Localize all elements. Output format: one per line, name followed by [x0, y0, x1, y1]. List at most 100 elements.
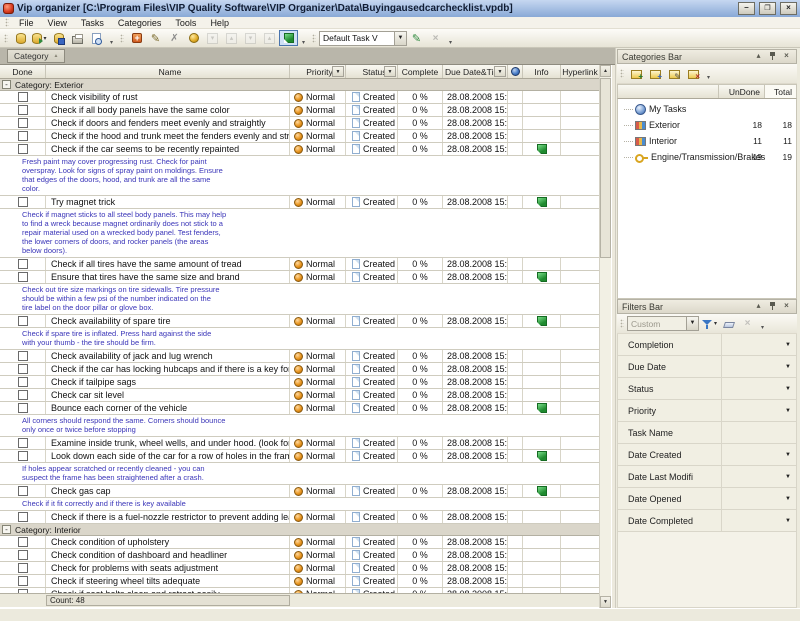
task-row[interactable]: Check for problems with seats adjustment… — [0, 562, 600, 575]
task-row[interactable]: Check availability of spare tireNormalCr… — [0, 315, 600, 328]
group-row[interactable]: -Category: Interior — [0, 524, 600, 536]
goto-next-task-button[interactable] — [241, 30, 260, 46]
filter-value-cell[interactable] — [722, 444, 780, 465]
filter-value-cell[interactable] — [722, 510, 780, 531]
task-row[interactable]: Ensure that tires have the same size and… — [0, 271, 600, 284]
task-row[interactable]: Check if all tires have the same amount … — [0, 258, 600, 271]
task-checkbox[interactable] — [18, 403, 28, 413]
menu-item-tasks[interactable]: Tasks — [74, 18, 111, 28]
toolbar-overflow-icon[interactable]: ▾ — [299, 31, 308, 46]
toolbar-grip-icon[interactable] — [620, 319, 624, 328]
task-checkbox[interactable] — [18, 118, 28, 128]
filter-value-cell[interactable] — [722, 466, 780, 487]
menu-item-help[interactable]: Help — [203, 18, 236, 28]
move-task-up-button[interactable] — [222, 30, 241, 46]
filter-value-cell[interactable] — [722, 356, 780, 377]
status-filter-button[interactable]: ▼ — [384, 66, 396, 77]
task-checkbox[interactable] — [18, 272, 28, 282]
category-item-exterior[interactable]: Exterior1818 — [618, 117, 796, 133]
edit-category-button[interactable] — [665, 66, 684, 82]
task-row[interactable]: Check gas capNormalCreated0 %28.08.2008 … — [0, 485, 600, 498]
task-checkbox[interactable] — [18, 316, 28, 326]
task-checkbox[interactable] — [18, 451, 28, 461]
complete-task-button[interactable] — [184, 30, 203, 46]
toolbar-grip-icon[interactable] — [4, 34, 8, 43]
apply-task-view-button[interactable] — [407, 30, 426, 46]
goto-previous-task-button[interactable] — [260, 30, 279, 46]
column-header-info[interactable]: Info — [523, 65, 561, 78]
grid-vertical-scrollbar[interactable]: ▲ ▼ — [599, 65, 611, 608]
move-task-down-button[interactable] — [203, 30, 222, 46]
filter-dropdown-button[interactable]: ▼ — [780, 386, 796, 392]
task-row[interactable]: Try magnet trickNormalCreated0 %28.08.20… — [0, 196, 600, 209]
task-checkbox[interactable] — [18, 576, 28, 586]
menu-item-categories[interactable]: Categories — [111, 18, 169, 28]
task-checkbox[interactable] — [18, 144, 28, 154]
scrollbar-thumb[interactable] — [600, 78, 611, 258]
toolbar-overflow-icon[interactable]: ▾ — [107, 31, 116, 46]
toolbar-grip-icon[interactable] — [120, 34, 124, 43]
task-row[interactable]: Examine inside trunk, wheel wells, and u… — [0, 437, 600, 450]
toolbar-overflow-icon[interactable]: ▾ — [758, 316, 767, 331]
save-database-button[interactable] — [49, 30, 68, 46]
minimize-button[interactable] — [738, 2, 755, 15]
due-date-filter-button[interactable]: ▼ — [494, 66, 506, 77]
task-checkbox[interactable] — [18, 105, 28, 115]
task-checkbox[interactable] — [18, 92, 28, 102]
filter-dropdown-button[interactable]: ▼ — [780, 474, 796, 480]
task-row[interactable]: Check if steering wheel tilts adequateNo… — [0, 575, 600, 588]
print-preview-button[interactable] — [87, 30, 106, 46]
task-checkbox[interactable] — [18, 364, 28, 374]
column-header-done[interactable]: Done — [0, 65, 46, 78]
filter-dropdown-button[interactable]: ▼ — [780, 496, 796, 502]
apply-filter-button[interactable]: ▾ — [699, 316, 719, 332]
task-row[interactable]: Check if the hood and trunk meet the fen… — [0, 130, 600, 143]
add-task-button[interactable] — [127, 30, 146, 46]
task-checkbox[interactable] — [18, 550, 28, 560]
task-checkbox[interactable] — [18, 563, 28, 573]
combo-dropdown-icon[interactable]: ▼ — [394, 32, 406, 45]
column-header-status[interactable]: Status ▼ — [346, 65, 398, 78]
add-category-button[interactable] — [627, 66, 646, 82]
menu-item-view[interactable]: View — [41, 18, 74, 28]
group-row[interactable]: -Category: Exterior — [0, 79, 600, 91]
column-header-complete[interactable]: Complete — [398, 65, 443, 78]
menu-item-file[interactable]: File — [12, 18, 41, 28]
category-item-interior[interactable]: Interior1111 — [618, 133, 796, 149]
delete-task-button[interactable] — [165, 30, 184, 46]
task-row[interactable]: Check if doors and fenders meet evenly a… — [0, 117, 600, 130]
task-view-combo[interactable]: Default Task V▼ — [319, 31, 407, 46]
menu-item-tools[interactable]: Tools — [168, 18, 203, 28]
task-row[interactable]: Check condition of upholsteryNormalCreat… — [0, 536, 600, 549]
show-notes-button[interactable] — [279, 30, 298, 46]
task-checkbox[interactable] — [18, 438, 28, 448]
task-row[interactable]: Check if all body panels have the same c… — [0, 104, 600, 117]
column-header-hyperlink[interactable]: Hyperlink — [561, 65, 600, 78]
toolbar-overflow-icon[interactable]: ▾ — [704, 66, 713, 81]
toolbar-grip-icon[interactable] — [312, 34, 316, 43]
task-row[interactable]: Bounce each corner of the vehicleNormalC… — [0, 402, 600, 415]
filter-preset-combo[interactable]: Custom▼ — [627, 316, 699, 331]
filter-dropdown-button[interactable]: ▼ — [780, 408, 796, 414]
column-header-priority[interactable]: Priority ▼ — [290, 65, 346, 78]
filter-value-cell[interactable] — [722, 378, 780, 399]
filter-dropdown-button[interactable]: ▼ — [780, 452, 796, 458]
task-row[interactable]: Check condition of dashboard and headlin… — [0, 549, 600, 562]
combo-dropdown-icon[interactable]: ▼ — [686, 317, 698, 330]
column-header-total[interactable]: Total — [765, 85, 796, 98]
task-row[interactable]: Check car sit levelNormalCreated0 %28.08… — [0, 389, 600, 402]
task-row[interactable]: Check if tailpipe sagsNormalCreated0 %28… — [0, 376, 600, 389]
category-item-engine-transmission-brakes[interactable]: Engine/Transmission/Brakes1919 — [618, 149, 796, 165]
toolbar-overflow-icon[interactable]: ▾ — [446, 31, 455, 46]
delete-category-button[interactable] — [684, 66, 703, 82]
category-item-my-tasks[interactable]: My Tasks — [618, 101, 796, 117]
open-database-button[interactable]: ▾ — [30, 30, 49, 46]
column-header-due-date[interactable]: Due Date&Time ▼ — [443, 65, 508, 78]
toolbar-grip-icon[interactable] — [620, 69, 624, 78]
clear-filter-button[interactable] — [719, 316, 738, 332]
pin-panel-button[interactable] — [767, 301, 778, 312]
scroll-down-button[interactable]: ▼ — [600, 596, 611, 608]
task-checkbox[interactable] — [18, 377, 28, 387]
restore-button[interactable] — [759, 2, 776, 15]
delete-task-view-button[interactable] — [426, 30, 445, 46]
